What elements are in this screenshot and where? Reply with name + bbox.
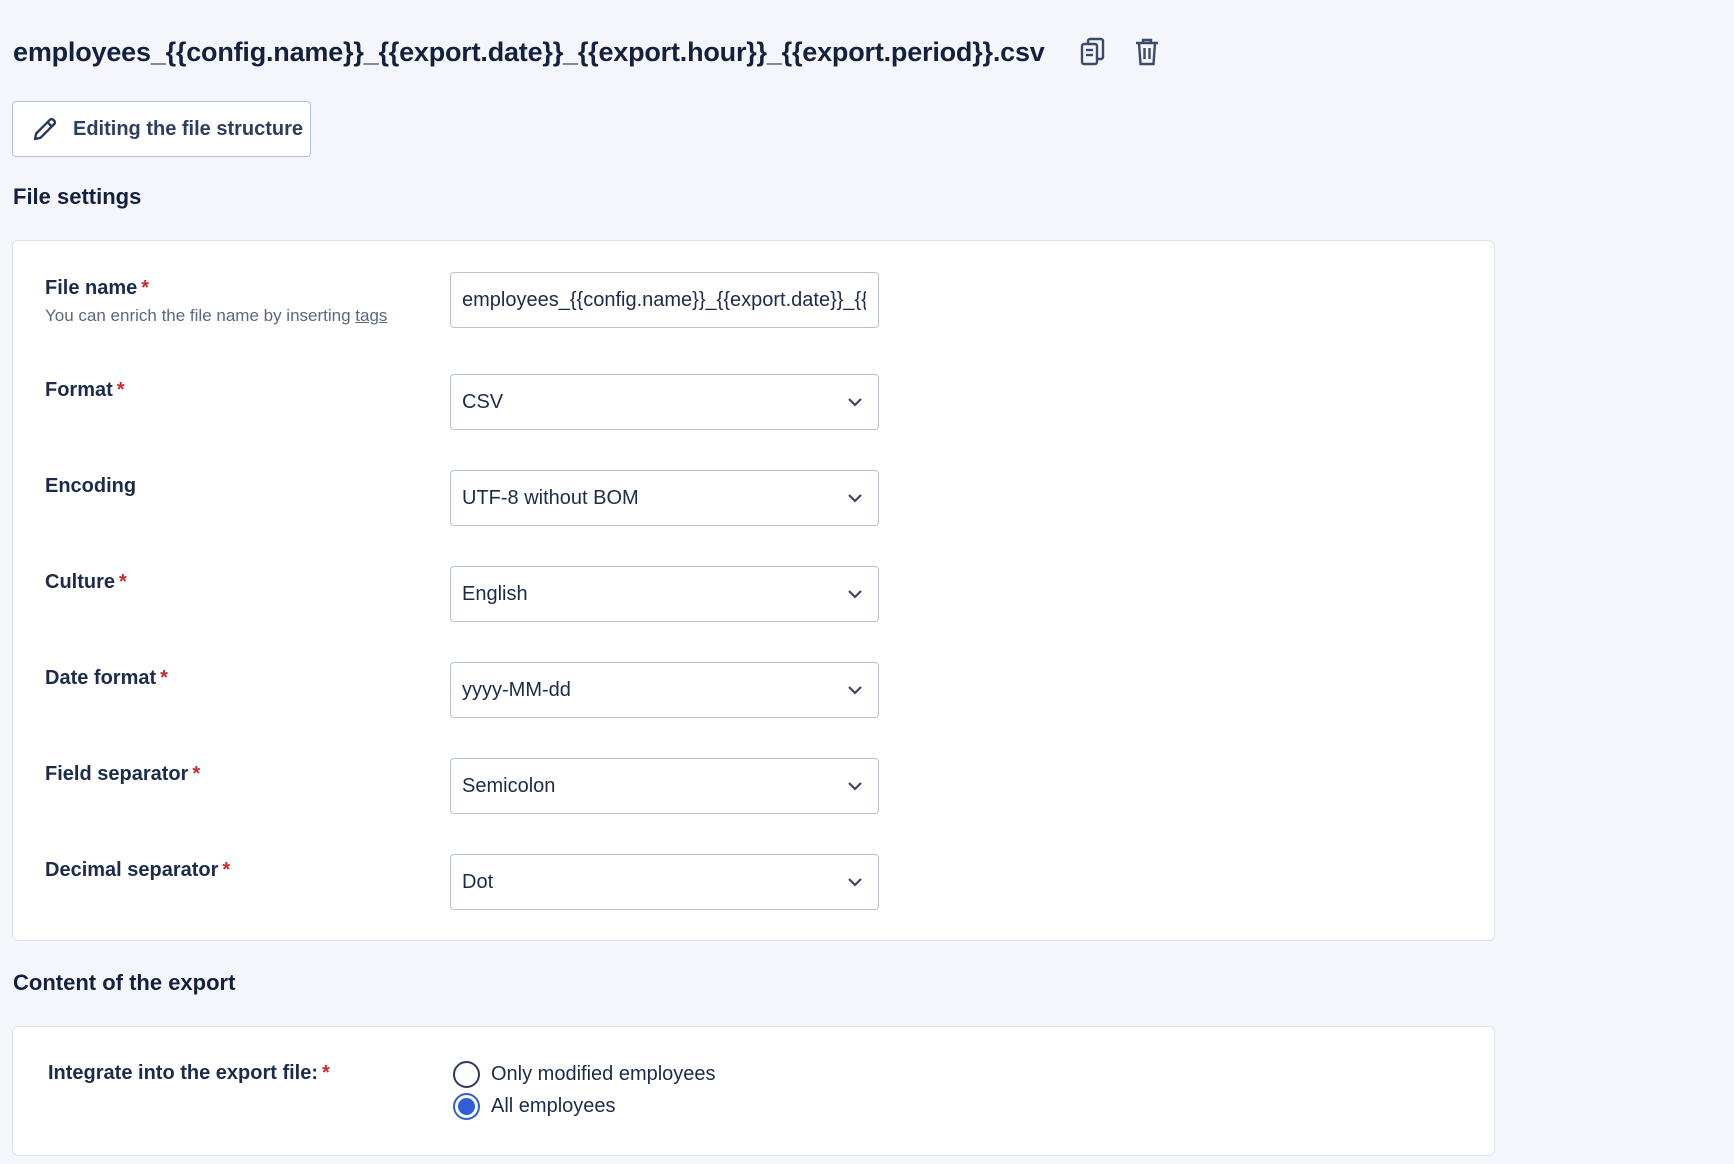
file-settings-heading: File settings [13,184,142,209]
export-file-settings-page: employees_{{config.name}}_{{export.date}… [0,0,1734,1164]
radio-all-employees[interactable]: All employees [453,1093,616,1120]
field-separator-label: Field separator * [45,763,201,785]
pencil-icon [31,114,61,144]
file-name-label: File name * [45,277,150,299]
encoding-label: Encoding [45,475,137,497]
required-marker: * [141,277,150,299]
page-title: employees_{{config.name}}_{{export.date}… [13,36,1045,67]
radio-button-selected[interactable] [453,1093,480,1120]
file-name-input[interactable]: employees_{{config.name}}_{{export.date}… [450,272,879,328]
culture-label: Culture * [45,571,127,593]
required-marker: * [116,379,125,401]
content-of-export-heading: Content of the export [13,970,236,995]
trash-icon[interactable] [1127,32,1167,72]
required-marker: * [192,763,201,785]
content-card [12,1026,1495,1156]
chevron-down-icon [844,487,866,509]
integrate-label: Integrate into the export file: * [48,1062,330,1084]
date-format-label: Date format * [45,667,168,689]
format-label: Format * [45,379,125,401]
field-separator-select[interactable]: Semicolon [450,758,879,814]
required-marker: * [160,667,168,689]
file-title-row: employees_{{config.name}}_{{export.date}… [13,30,1167,74]
edit-file-structure-label: Editing the file structure [73,117,304,140]
chevron-down-icon [844,391,866,413]
radio-button[interactable] [453,1061,480,1088]
chevron-down-icon [844,583,866,605]
culture-select[interactable]: English [450,566,879,622]
chevron-down-icon [844,871,866,893]
copy-icon[interactable] [1073,32,1113,72]
date-format-select[interactable]: yyyy-MM-dd [450,662,879,718]
required-marker: * [119,571,127,593]
decimal-separator-label: Decimal separator * [45,859,231,881]
tags-link[interactable]: tags [355,306,387,325]
required-marker: * [322,1062,330,1084]
required-marker: * [222,859,231,881]
format-select[interactable]: CSV [450,374,879,430]
decimal-separator-select[interactable]: Dot [450,854,879,910]
radio-only-modified-employees[interactable]: Only modified employees [453,1061,716,1088]
encoding-select[interactable]: UTF-8 without BOM [450,470,879,526]
edit-file-structure-button[interactable]: Editing the file structure [12,101,311,157]
file-name-hint: You can enrich the file name by insertin… [45,306,388,325]
chevron-down-icon [844,679,866,701]
chevron-down-icon [844,775,866,797]
